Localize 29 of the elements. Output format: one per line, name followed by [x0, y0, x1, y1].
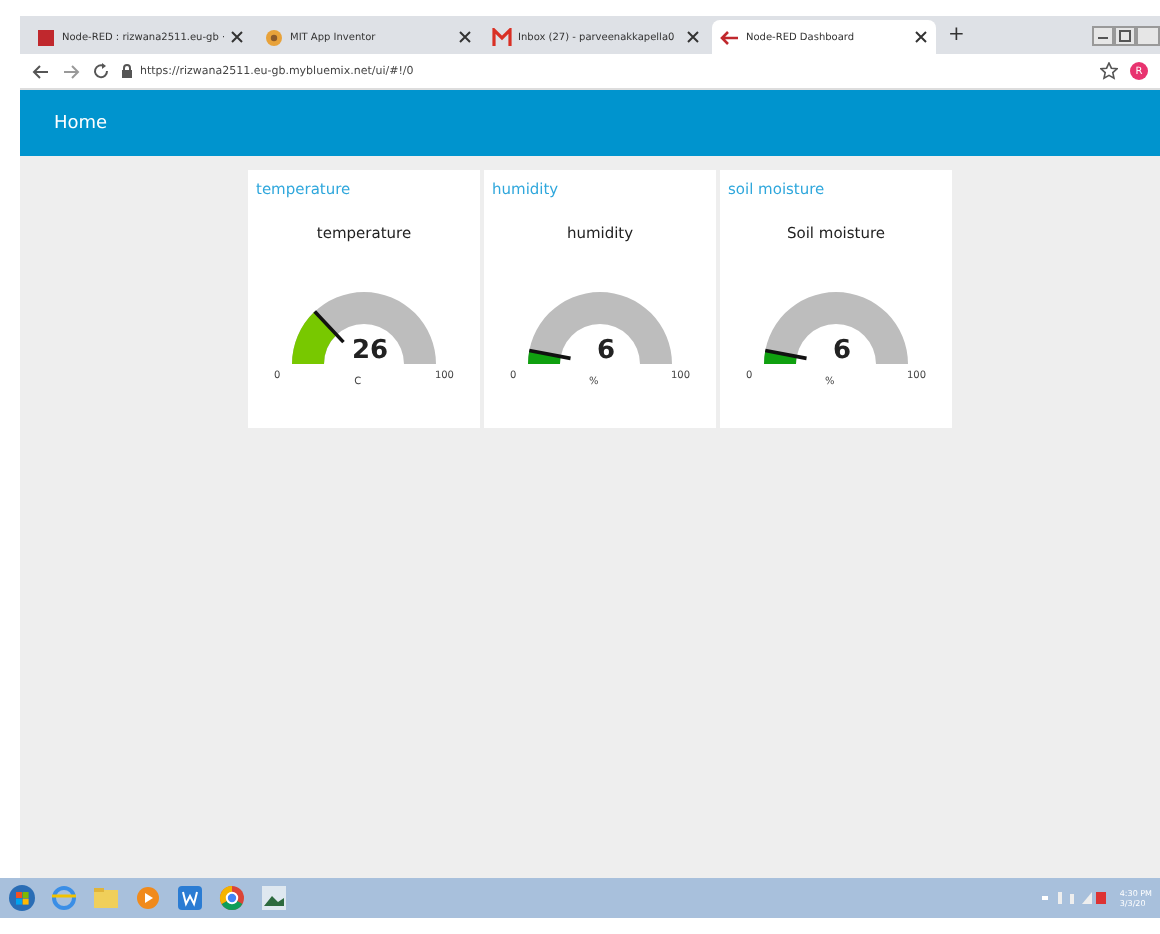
gauge-value: 6	[830, 338, 854, 366]
star-icon[interactable]	[1100, 62, 1118, 80]
document-icon[interactable]	[176, 884, 204, 912]
system-tray-icon[interactable]	[1041, 890, 1106, 906]
close-icon[interactable]	[458, 30, 472, 44]
image-viewer-icon[interactable]	[260, 884, 288, 912]
close-icon[interactable]	[914, 30, 928, 44]
app-icon	[264, 27, 284, 47]
gauge-needle	[764, 348, 807, 361]
lock-icon	[122, 64, 132, 78]
gauge-value: 6	[594, 338, 618, 366]
gauge-needle	[528, 348, 571, 361]
app-icon	[36, 27, 56, 47]
flow-icon	[720, 27, 740, 47]
window-controls-icon[interactable]	[1092, 25, 1160, 45]
gauge-track	[764, 292, 908, 364]
gauge-track	[528, 292, 672, 364]
browser-icon[interactable]	[218, 884, 246, 912]
reload-icon[interactable]	[92, 62, 110, 80]
start-button-icon[interactable]	[8, 884, 36, 912]
new-tab-button[interactable]: +	[940, 24, 973, 46]
back-icon[interactable]	[32, 63, 50, 79]
mail-icon	[492, 27, 512, 47]
gauge-needle	[313, 310, 345, 344]
close-icon[interactable]	[230, 30, 244, 44]
close-icon[interactable]	[686, 30, 700, 44]
gauge-value: 26	[350, 338, 390, 366]
forward-icon[interactable]	[62, 63, 80, 79]
page-title: Home	[54, 113, 108, 133]
